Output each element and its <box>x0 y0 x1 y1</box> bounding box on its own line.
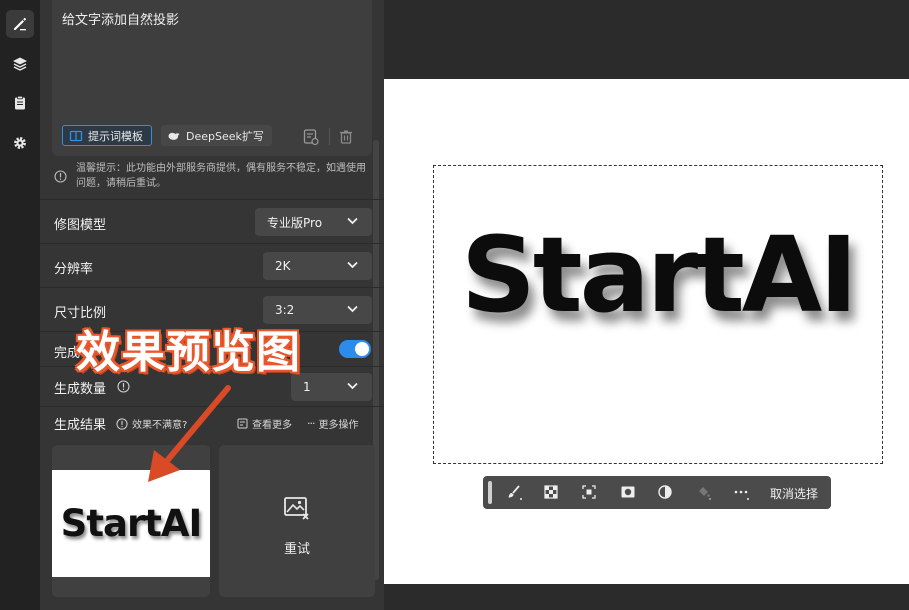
count-label: 生成数量 <box>54 382 107 397</box>
contrast-icon[interactable] <box>657 484 673 500</box>
results-label: 生成结果 <box>54 418 107 433</box>
info-icon <box>54 170 67 183</box>
retry-card[interactable]: 重试 <box>219 445 375 597</box>
fill-bucket-icon[interactable] <box>695 484 711 500</box>
trash-icon[interactable] <box>337 128 355 146</box>
service-tip: 温馨提示：此功能由外部服务商提供，偶有服务不稳定，如遇使用问题，请稍后重试。 <box>76 163 366 189</box>
mask-icon[interactable] <box>620 484 636 500</box>
divider <box>40 287 384 288</box>
settings-button[interactable] <box>6 129 34 157</box>
chevron-down-icon <box>347 382 358 390</box>
history-icon[interactable] <box>302 128 320 146</box>
canvas-backdrop <box>384 0 909 79</box>
canvas-backdrop <box>384 584 909 610</box>
count-select[interactable]: 1 <box>291 373 372 401</box>
model-value: 专业版Pro <box>267 215 323 230</box>
prompt-template-button[interactable]: 提示词模板 <box>62 125 152 146</box>
deepseek-expand-label: DeepSeek扩写 <box>186 129 264 143</box>
model-select[interactable]: 专业版Pro <box>255 208 372 236</box>
info-icon <box>116 417 128 430</box>
divider <box>40 199 384 200</box>
annotation-arrow-icon <box>148 385 231 482</box>
layers-icon <box>13 57 27 71</box>
chevron-down-icon <box>347 305 358 313</box>
divider <box>40 243 384 244</box>
chevron-down-icon <box>347 261 358 269</box>
more-icon[interactable] <box>733 484 749 500</box>
selection-toolbar: 取消选择 <box>483 476 831 509</box>
view-more-label: 查看更多 <box>252 420 292 431</box>
book-icon <box>69 130 83 141</box>
toggle-knob <box>355 342 369 356</box>
prompt-template-label: 提示词模板 <box>88 129 143 143</box>
resolution-select[interactable]: 2K <box>263 252 372 280</box>
divider <box>329 128 330 145</box>
count-value: 1 <box>303 380 311 394</box>
view-more-link[interactable]: 查看更多 <box>237 416 292 431</box>
info-icon[interactable] <box>117 380 130 393</box>
transparency-icon[interactable] <box>543 484 559 500</box>
ratio-value: 3:2 <box>275 303 295 317</box>
clipboard-button[interactable] <box>6 89 34 117</box>
brush-icon[interactable] <box>506 484 522 500</box>
more-actions-link[interactable]: ··· 更多操作 <box>307 416 359 431</box>
more-actions-label: 更多操作 <box>318 420 359 431</box>
gear-icon <box>14 137 26 149</box>
thumbnail-text: StartAI <box>60 502 203 545</box>
resolution-value: 2K <box>275 259 291 273</box>
canvas-text: StartAI <box>461 214 858 336</box>
deepseek-expand-button[interactable]: DeepSeek扩写 <box>161 125 272 146</box>
whale-icon <box>168 132 180 140</box>
edit-tool-button[interactable] <box>6 10 34 38</box>
cancel-selection-button[interactable]: 取消选择 <box>770 485 818 502</box>
image-error-icon <box>284 497 309 520</box>
ellipsis-icon: ··· <box>307 417 315 430</box>
model-label: 修图模型 <box>54 218 107 233</box>
drag-handle[interactable] <box>488 481 492 504</box>
clipboard-icon <box>15 95 25 110</box>
prompt-text[interactable]: 给文字添加自然投影 <box>62 9 179 28</box>
resolution-label: 分辨率 <box>54 262 94 277</box>
complete-toggle[interactable] <box>339 340 371 358</box>
annotation-label: 效果预览图 <box>76 327 301 378</box>
pencil-icon <box>14 17 27 31</box>
crop-select-icon[interactable] <box>581 484 597 500</box>
icon-rail <box>0 0 40 610</box>
retry-label: 重试 <box>283 542 310 557</box>
chevron-down-icon <box>347 217 358 225</box>
layers-button[interactable] <box>6 50 34 78</box>
